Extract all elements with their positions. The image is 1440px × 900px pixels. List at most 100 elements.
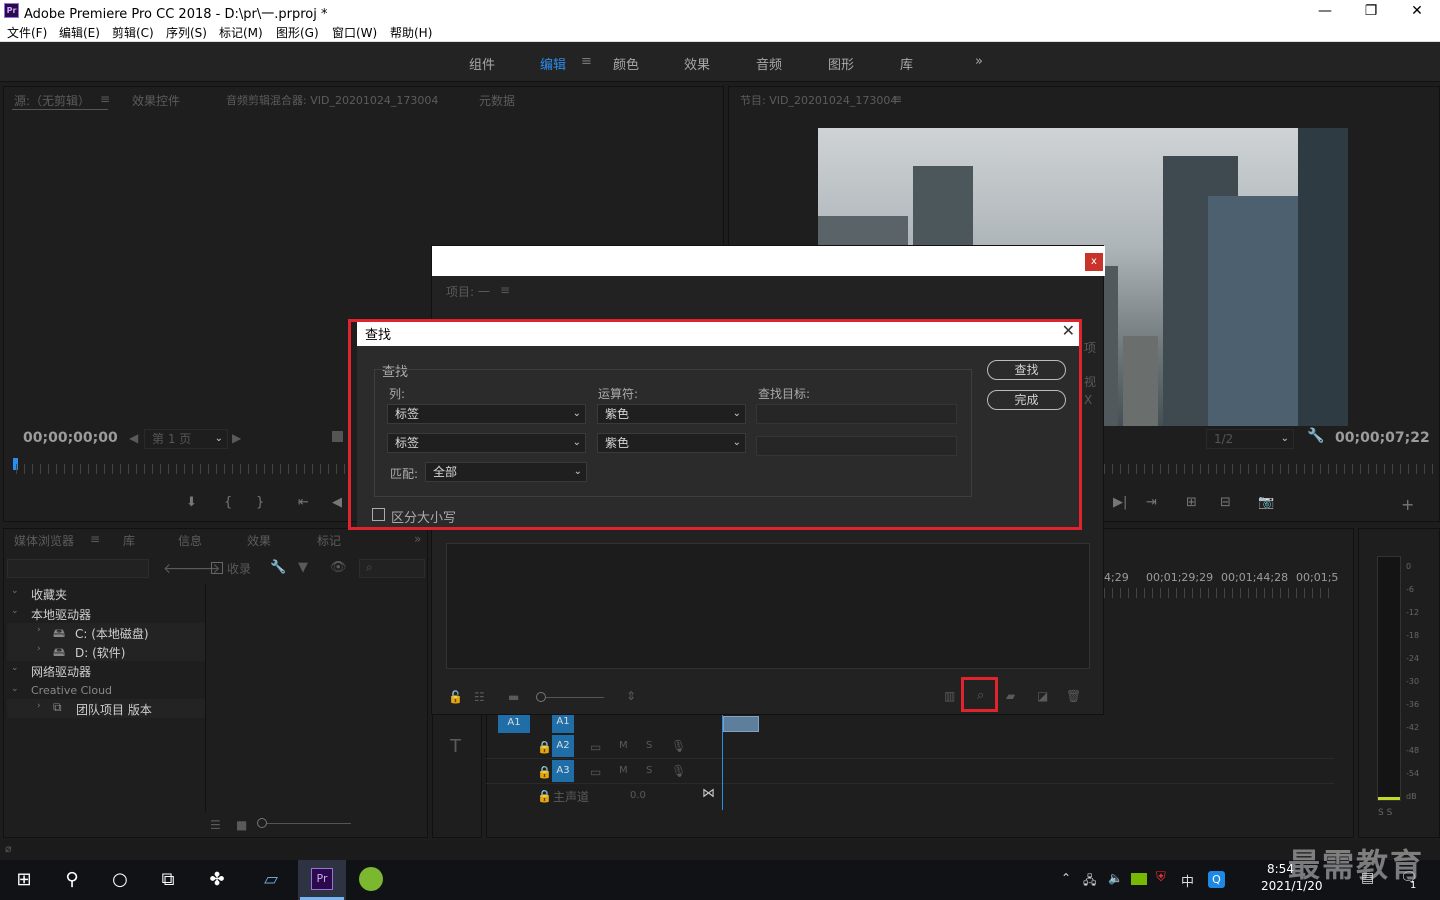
new-bin-icon[interactable]: ▰ <box>1006 689 1015 703</box>
workspace-tab-libraries[interactable]: 库 <box>900 54 913 73</box>
notebook-app-icon[interactable]: ▱ <box>259 868 283 892</box>
wrench-icon[interactable]: 🔧 <box>270 560 286 575</box>
add-marker-icon[interactable]: ⬇ <box>186 495 197 510</box>
workspace-tab-effects[interactable]: 效果 <box>684 54 710 73</box>
workspace-tab-audio[interactable]: 音频 <box>756 54 782 73</box>
page-select[interactable]: 第 1 页 ⌄ <box>144 429 228 449</box>
audio-clip[interactable] <box>723 716 759 732</box>
timeline-ruler[interactable] <box>1104 588 1334 598</box>
menu-file[interactable]: 文件(F) <box>7 24 47 41</box>
filter-icon[interactable]: ▼ <box>298 560 308 575</box>
sync-icon[interactable]: ▭ <box>590 765 601 779</box>
mute-button[interactable]: M <box>619 765 628 776</box>
tree-item-local-drives[interactable]: ⌄ 本地驱动器 <box>7 604 205 623</box>
program-ruler[interactable] <box>1104 464 1434 474</box>
panel-more-icon[interactable]: » <box>414 532 421 546</box>
source-patch-a1[interactable]: A1 <box>498 712 530 733</box>
wrench-icon[interactable]: 🔧 <box>1307 428 1324 444</box>
tab-metadata[interactable]: 元数据 <box>479 92 515 109</box>
task-view-icon[interactable]: ⧉ <box>156 868 180 892</box>
extract-icon[interactable]: ⊟ <box>1220 495 1231 510</box>
icon-view-icon[interactable]: ▬ <box>508 690 519 704</box>
list-view-icon[interactable]: ☷ <box>474 690 485 704</box>
icon-view-icon[interactable]: ■ <box>236 818 247 832</box>
tree-item-network-drives[interactable]: ⌄ 网络驱动器 <box>7 661 205 680</box>
project-window-close-button[interactable]: x <box>1085 253 1103 271</box>
volume-icon[interactable]: 🔈 <box>1108 871 1123 885</box>
automate-icon[interactable]: ▥ <box>944 689 955 703</box>
lock-icon[interactable]: 🔒 <box>537 740 552 754</box>
workspace-more-icon[interactable]: » <box>975 54 983 69</box>
menu-sequence[interactable]: 序列(S) <box>166 24 207 41</box>
tab-project[interactable]: 项目: 一 <box>446 283 490 300</box>
list-view-icon[interactable]: ☰ <box>210 818 221 832</box>
search-input[interactable]: ⌕ <box>359 559 425 578</box>
microphone-icon[interactable]: 🎙 <box>671 739 686 753</box>
sort-icon[interactable]: ⇕ <box>626 689 636 703</box>
fan-app-icon[interactable]: ✤ <box>205 868 229 892</box>
menu-window[interactable]: 窗口(W) <box>332 24 377 41</box>
microphone-icon[interactable]: 🎙 <box>671 764 686 778</box>
mark-in-icon[interactable]: { <box>224 495 232 510</box>
prev-page-icon[interactable]: ◀ <box>129 431 138 445</box>
tab-libraries[interactable]: 库 <box>123 532 135 549</box>
next-page-icon[interactable]: ▶ <box>232 431 241 445</box>
zoom-slider-handle[interactable] <box>257 818 267 828</box>
go-to-in-icon[interactable]: ⇤ <box>298 495 309 510</box>
tab-effect-controls[interactable]: 效果控件 <box>132 92 180 109</box>
project-tab-menu-icon[interactable]: ≡ <box>500 283 510 297</box>
green-app-icon[interactable] <box>359 867 383 891</box>
mute-button[interactable]: M <box>619 740 628 751</box>
media-tab-menu-icon[interactable]: ≡ <box>90 532 100 546</box>
menu-clip[interactable]: 剪辑(C) <box>112 24 154 41</box>
step-back-icon[interactable]: ◀ <box>332 495 342 510</box>
cortana-icon[interactable]: ○ <box>108 868 132 892</box>
trash-icon[interactable]: 🗑 <box>1066 689 1081 703</box>
step-forward-icon[interactable]: ▶| <box>1113 495 1127 510</box>
workspace-tab-editing[interactable]: 编辑 <box>540 54 566 73</box>
workspace-tab-graphics[interactable]: 图形 <box>828 54 854 73</box>
ingest-checkbox[interactable] <box>211 562 223 574</box>
sync-icon[interactable]: ▭ <box>590 740 601 754</box>
track-target-a3[interactable]: A3 <box>552 760 574 782</box>
program-tab-menu-icon[interactable]: ≡ <box>892 92 902 106</box>
nvidia-icon[interactable] <box>1131 873 1147 885</box>
tree-item-favorites[interactable]: ⌄ 收藏夹 <box>7 584 205 603</box>
tab-media-browser[interactable]: 媒体浏览器 <box>14 532 74 549</box>
menu-marker[interactable]: 标记(M) <box>219 24 263 41</box>
network-icon[interactable]: 🖧 <box>1083 871 1096 892</box>
qq-app-icon[interactable]: Q <box>1208 871 1225 888</box>
zoom-slider-track[interactable] <box>267 823 351 824</box>
source-ruler[interactable] <box>16 464 350 474</box>
mark-out-icon[interactable]: } <box>256 495 264 510</box>
type-tool-icon[interactable]: T <box>450 736 461 757</box>
zoom-slider-handle[interactable] <box>536 692 546 702</box>
go-to-out-icon[interactable]: ⇥ <box>1146 495 1157 510</box>
master-volume-value[interactable]: 0.0 <box>630 790 646 801</box>
minimize-button[interactable]: — <box>1302 0 1348 22</box>
workspace-tab-color[interactable]: 颜色 <box>613 54 639 73</box>
show-hidden-icons[interactable]: ⌃ <box>1061 871 1071 885</box>
meter-solo-buttons[interactable]: S S <box>1378 808 1392 818</box>
windows-start-icon[interactable]: ⊞ <box>12 868 36 892</box>
menu-graphics[interactable]: 图形(G) <box>276 24 319 41</box>
tab-effects[interactable]: 效果 <box>247 532 271 549</box>
solo-button[interactable]: S <box>646 740 652 751</box>
zoom-slider-track[interactable] <box>546 697 604 698</box>
search-icon[interactable]: ⚲ <box>60 868 84 892</box>
lift-icon[interactable]: ⊞ <box>1186 495 1197 510</box>
lock-icon[interactable]: 🔓 <box>448 690 463 704</box>
resolution-select[interactable]: 1/2 ⌄ <box>1206 429 1294 449</box>
track-target-a2[interactable]: A2 <box>552 735 574 757</box>
add-button-icon[interactable]: + <box>1401 495 1414 514</box>
lock-icon[interactable]: 🔒 <box>537 765 552 779</box>
workspace-menu-icon[interactable]: ≡ <box>581 54 592 69</box>
tree-item-drive-c[interactable]: › 🖴 C: (本地磁盘) <box>7 623 205 642</box>
tab-program[interactable]: 节目: VID_20201024_173004 <box>740 92 897 108</box>
restore-button[interactable]: ❐ <box>1348 0 1394 22</box>
path-select[interactable] <box>7 559 149 578</box>
lock-icon[interactable]: 🔒 <box>537 789 552 803</box>
workspace-tab-assembly[interactable]: 组件 <box>469 54 495 73</box>
tree-item-drive-d[interactable]: › 🖴 D: (软件) <box>7 642 205 661</box>
export-frame-icon[interactable]: 📷 <box>1258 495 1274 510</box>
